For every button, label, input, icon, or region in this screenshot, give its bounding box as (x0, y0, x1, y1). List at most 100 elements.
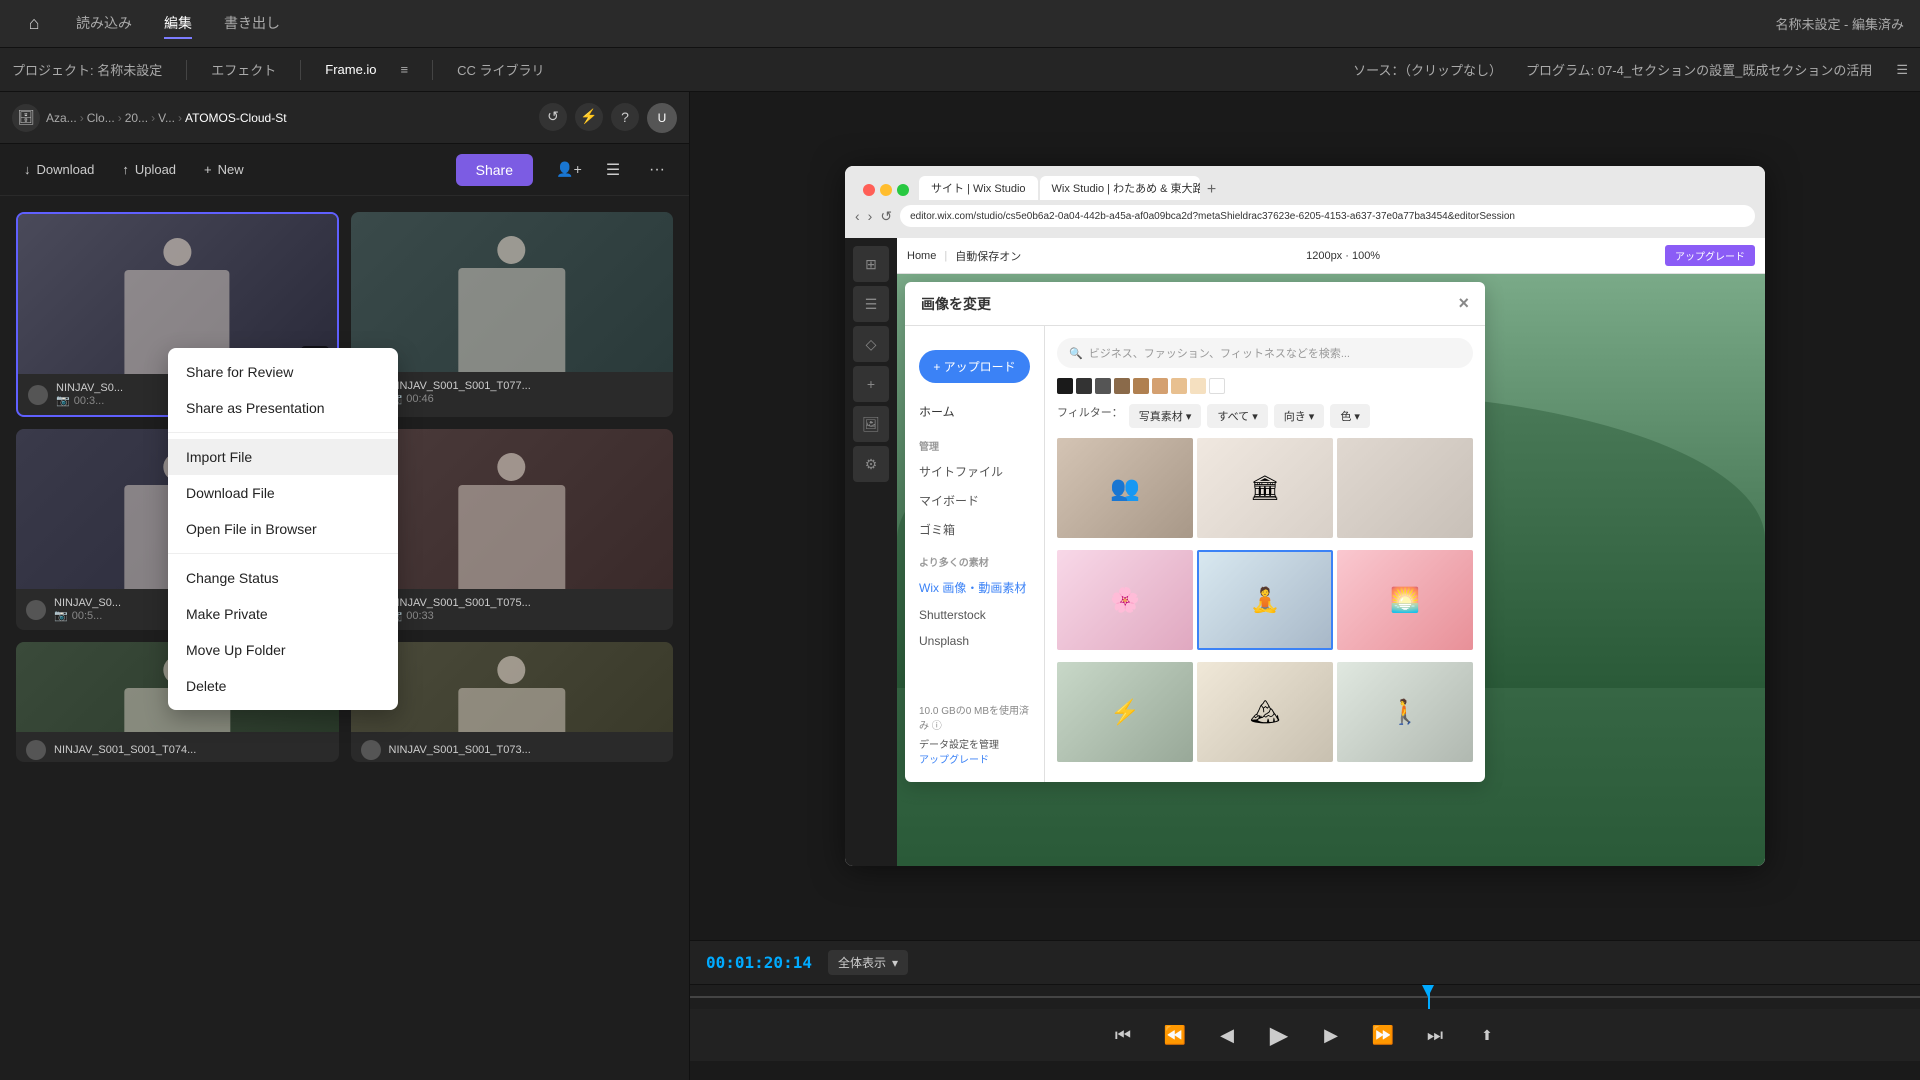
context-menu-share-as-presentation[interactable]: Share as Presentation (168, 390, 398, 426)
image-cell-3[interactable] (1337, 438, 1473, 538)
avatar-button[interactable]: U (647, 103, 677, 133)
frameio-nav-item[interactable]: Frame.io (325, 62, 376, 77)
swatch-dark[interactable] (1076, 378, 1092, 394)
sidebar-unsplash-item[interactable]: Unsplash (905, 628, 1044, 654)
browser-tab-2[interactable]: Wix Studio | わたあめ & 東大路 (1040, 176, 1200, 200)
color-filter[interactable]: 色 ▾ (1330, 404, 1370, 428)
breadcrumb-clo[interactable]: Clo... (87, 111, 115, 125)
sidebar-shutterstock-item[interactable]: Shutterstock (905, 602, 1044, 628)
context-menu-delete[interactable]: Delete (168, 668, 398, 704)
wix-design-icon[interactable]: ◇ (853, 326, 889, 362)
swatch-black[interactable] (1057, 378, 1073, 394)
new-button[interactable]: + New (196, 156, 252, 183)
image-cell-5[interactable]: 🧘 (1197, 550, 1333, 650)
image-search-bar[interactable]: 🔍 ビジネス、ファッション、フィットネスなどを検索... (1057, 338, 1473, 368)
photo-type-filter[interactable]: 写真素材 ▾ (1129, 404, 1202, 428)
swatch-sand[interactable] (1152, 378, 1168, 394)
frame-forward-button[interactable]: ▶ (1315, 1019, 1347, 1051)
swatch-brown[interactable] (1114, 378, 1130, 394)
image-cell-2[interactable]: 🏛 (1197, 438, 1333, 538)
wix-home-link[interactable]: Home (907, 250, 936, 262)
go-to-start-button[interactable]: ⏮ (1107, 1019, 1139, 1051)
swatch-tan[interactable] (1133, 378, 1149, 394)
share-button[interactable]: Share (456, 154, 533, 186)
dialog-close-icon[interactable]: × (1458, 293, 1469, 314)
context-menu-open-file-in-browser[interactable]: Open File in Browser (168, 511, 398, 547)
context-menu-move-up-folder[interactable]: Move Up Folder (168, 632, 398, 668)
view-select[interactable]: 全体表示 ▾ (828, 950, 908, 975)
wix-home-icon[interactable]: ⊞ (853, 246, 889, 282)
swatch-gray[interactable] (1095, 378, 1111, 394)
new-tab-button[interactable]: + (1202, 180, 1222, 200)
frameio-menu-icon[interactable]: ≡ (401, 62, 409, 77)
lightning-button[interactable]: ⚡ (575, 103, 603, 131)
back-button[interactable]: ‹ (855, 208, 860, 224)
image-cell-6[interactable]: 🌅 (1337, 550, 1473, 650)
context-menu-share-for-review[interactable]: Share for Review (168, 354, 398, 390)
image-cell-9[interactable]: 🚶 (1337, 662, 1473, 762)
wix-settings-icon[interactable]: ⚙ (853, 446, 889, 482)
video-card-2[interactable]: NINJAV_S001_S001_T077... 📷00:46 (351, 212, 674, 417)
upload-button-dialog[interactable]: + アップロード (919, 350, 1030, 383)
refresh-button[interactable]: ↺ (539, 103, 567, 131)
wix-media-icon[interactable]: 🖼 (853, 406, 889, 442)
data-management-link[interactable]: データ設定を管理 (919, 736, 1031, 751)
upgrade-link[interactable]: アップグレード (919, 751, 1031, 766)
image-cell-8[interactable]: 🏔 (1197, 662, 1333, 762)
go-to-end-button[interactable]: ⏭ (1419, 1019, 1451, 1051)
step-back-button[interactable]: ⏪ (1159, 1019, 1191, 1051)
minimize-light[interactable] (880, 184, 892, 196)
export-button[interactable]: ⬆ (1471, 1019, 1503, 1051)
context-menu-import-file[interactable]: Import File (168, 439, 398, 475)
wix-upgrade-button[interactable]: アップグレード (1665, 245, 1755, 266)
browser-tab-1[interactable]: サイト | Wix Studio (919, 176, 1038, 200)
sidebar-wix-media-item[interactable]: Wix 画像・動画素材 (905, 573, 1044, 602)
effects-nav-item[interactable]: エフェクト (211, 60, 276, 79)
context-menu-download-file[interactable]: Download File (168, 475, 398, 511)
reload-button[interactable]: ↺ (880, 208, 892, 225)
image-cell-7[interactable]: ⚡ (1057, 662, 1193, 762)
sidebar-home-item[interactable]: ホーム (905, 395, 1044, 428)
sidebar-site-files-item[interactable]: サイトファイル (905, 457, 1044, 486)
video-card-6[interactable]: NINJAV_S001_S001_T073... (351, 642, 674, 762)
list-view-button[interactable]: ☰ (597, 154, 629, 186)
project-nav-item[interactable]: プロジェクト: 名称未設定 (12, 60, 162, 79)
add-user-button[interactable]: 👤+ (553, 154, 585, 186)
swatch-cream[interactable] (1190, 378, 1206, 394)
orientation-filter[interactable]: 向き ▾ (1274, 404, 1325, 428)
home-button[interactable]: ⌂ (16, 6, 52, 42)
frame-back-button[interactable]: ◀ (1211, 1019, 1243, 1051)
nav-item-export[interactable]: 書き出し (224, 9, 280, 39)
sidebar-trash-item[interactable]: ゴミ箱 (905, 515, 1044, 544)
help-button[interactable]: ? (611, 103, 639, 131)
nav-item-import[interactable]: 読み込み (76, 9, 132, 39)
sidebar-myboard-item[interactable]: マイボード (905, 486, 1044, 515)
close-light[interactable] (863, 184, 875, 196)
context-menu-make-private[interactable]: Make Private (168, 596, 398, 632)
wix-add-icon[interactable]: + (853, 366, 889, 402)
play-button[interactable]: ▶ (1263, 1019, 1295, 1051)
more-options-button[interactable]: ··· (641, 154, 673, 186)
swatch-white[interactable] (1209, 378, 1225, 394)
timeline-bar[interactable] (690, 985, 1920, 1009)
video-card-4[interactable]: NINJAV_S001_S001_T075... 📷00:33 (351, 429, 674, 630)
upload-button[interactable]: ↑ Upload (114, 156, 184, 183)
forward-button[interactable]: › (868, 208, 873, 224)
nav-item-edit[interactable]: 編集 (164, 9, 192, 39)
download-button[interactable]: ↓ Download (16, 156, 102, 183)
storage-icon-button[interactable]: 🗄 (12, 104, 40, 132)
breadcrumb-aza[interactable]: Aza... (46, 111, 77, 125)
breadcrumb-20[interactable]: 20... (125, 111, 148, 125)
maximize-light[interactable] (897, 184, 909, 196)
step-forward-button[interactable]: ⏩ (1367, 1019, 1399, 1051)
context-menu-change-status[interactable]: Change Status (168, 560, 398, 596)
cc-libraries-nav-item[interactable]: CC ライブラリ (457, 60, 544, 79)
swatch-light-sand[interactable] (1171, 378, 1187, 394)
image-cell-4[interactable]: 🌸 (1057, 550, 1193, 650)
breadcrumb-v[interactable]: V... (158, 111, 175, 125)
all-filter[interactable]: すべて ▾ (1207, 404, 1267, 428)
program-menu-icon[interactable]: ☰ (1896, 62, 1908, 78)
image-cell-1[interactable]: 👥 (1057, 438, 1193, 538)
browser-url-bar[interactable]: editor.wix.com/studio/cs5e0b6a2-0a04-442… (900, 205, 1755, 227)
wix-pages-icon[interactable]: ☰ (853, 286, 889, 322)
